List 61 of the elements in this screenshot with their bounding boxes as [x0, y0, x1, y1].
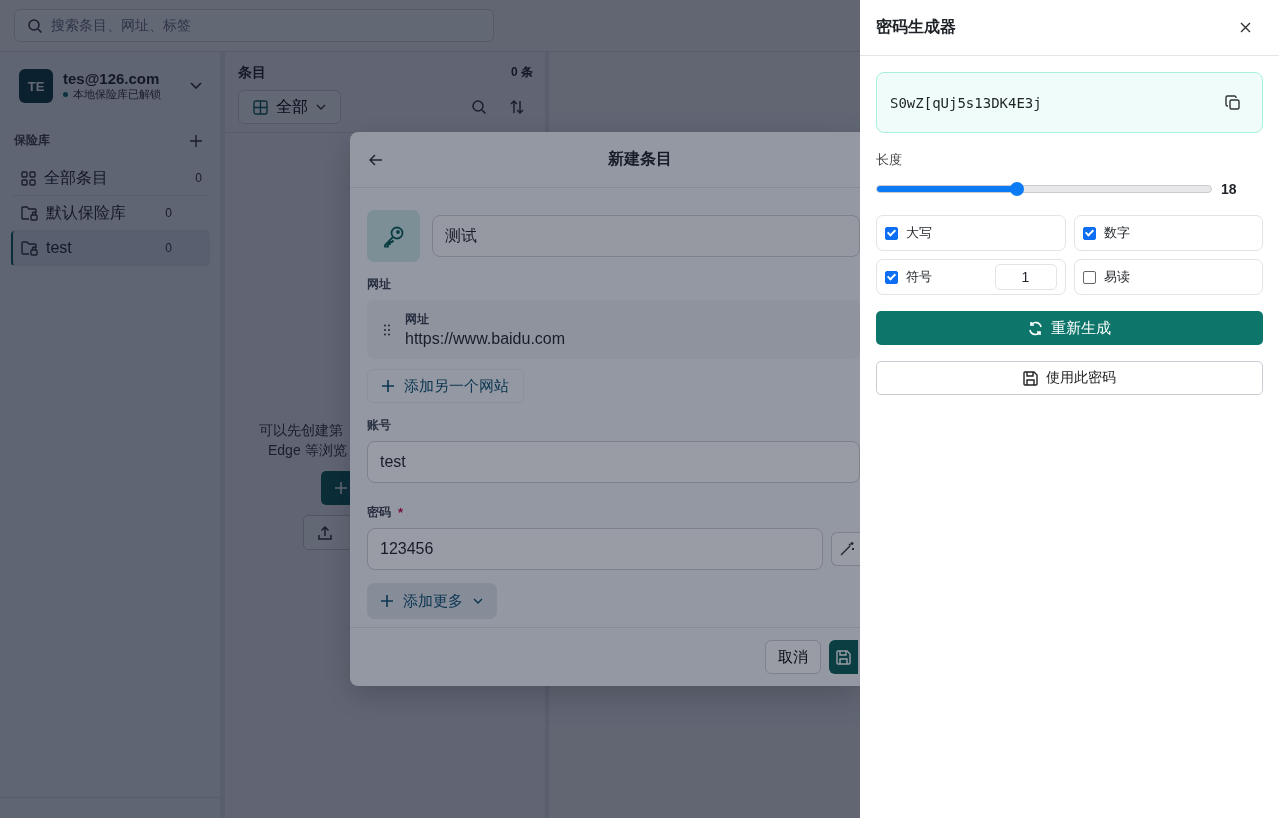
dialog-title: 新建条目 [608, 149, 672, 169]
field-label: 密码 [367, 504, 391, 521]
required-mark: * [398, 505, 404, 520]
account-field[interactable]: test [367, 441, 860, 483]
table-icon [253, 99, 268, 115]
generated-password: S0wZ[qUj5s13DK4E3j [890, 94, 1042, 111]
generate-password-button[interactable] [831, 532, 860, 566]
empty-state-text: 可以先创建第 [259, 421, 343, 440]
upload-icon [317, 524, 333, 541]
drag-handle-icon[interactable] [384, 323, 390, 336]
save-icon [1023, 370, 1038, 386]
field-label: 网址 [367, 276, 391, 293]
use-password-button[interactable]: 使用此密码 [876, 361, 1263, 395]
search-icon[interactable] [471, 99, 487, 115]
copy-icon[interactable] [1225, 94, 1241, 111]
add-icon[interactable] [190, 134, 202, 147]
option-checkbox[interactable]: 数字 [1082, 224, 1130, 242]
field-label: 账号 [367, 417, 391, 434]
add-more-button[interactable]: 添加更多 [367, 583, 497, 619]
chevron-down-icon [316, 104, 326, 110]
item-icon-tile[interactable] [367, 210, 420, 262]
account-email: tes@126.com [63, 70, 161, 87]
item-count: 0 条 [511, 64, 533, 81]
list-title: 条目 [238, 64, 266, 82]
save-button[interactable] [829, 640, 858, 674]
filter-dropdown[interactable]: 全部 [238, 90, 341, 124]
back-arrow-icon[interactable] [369, 154, 383, 166]
option-checkbox[interactable]: 大写 [885, 224, 932, 242]
password-field[interactable]: 123456 [367, 528, 823, 570]
magic-wand-icon [839, 541, 855, 557]
regenerate-button[interactable]: 重新生成 [876, 311, 1263, 345]
plus-icon [381, 595, 393, 607]
count-field[interactable]: 1 [994, 264, 1057, 290]
close-icon[interactable] [1240, 22, 1251, 33]
key-icon [381, 224, 406, 248]
search-icon [27, 17, 43, 34]
length-value: 18 [1221, 181, 1237, 197]
plus-icon [335, 482, 347, 494]
option-checkbox[interactable]: 符号 [885, 268, 932, 286]
plus-icon [382, 380, 394, 392]
add-website-button[interactable]: 添加另一个网站 [367, 369, 524, 403]
sort-icon[interactable] [509, 99, 525, 115]
cancel-button[interactable]: 取消 [765, 640, 821, 674]
vault-status: 本地保险库已解锁 [63, 87, 180, 102]
length-label: 长度 [876, 151, 903, 169]
folder-lock-icon [21, 240, 38, 256]
chevron-down-icon [473, 598, 483, 604]
option-checkbox[interactable]: 易读 [1082, 268, 1130, 286]
section-title: 保险库 [14, 132, 50, 149]
save-icon [836, 649, 851, 665]
length-slider[interactable] [876, 185, 1212, 193]
url-field[interactable]: 网址 https://www.baidu.com [367, 300, 860, 359]
account-avatar: TE [19, 69, 53, 103]
empty-state-text: Edge 等浏览 [268, 441, 347, 460]
refresh-icon [1028, 320, 1043, 336]
chevron-down-icon[interactable] [190, 82, 202, 90]
name-field[interactable]: 测试 [432, 215, 860, 257]
panel-title: 密码生成器 [876, 17, 956, 37]
vault-item[interactable]: 全部条目 0 [11, 161, 210, 196]
folder-lock-icon [21, 205, 38, 221]
grid-icon [21, 170, 36, 186]
